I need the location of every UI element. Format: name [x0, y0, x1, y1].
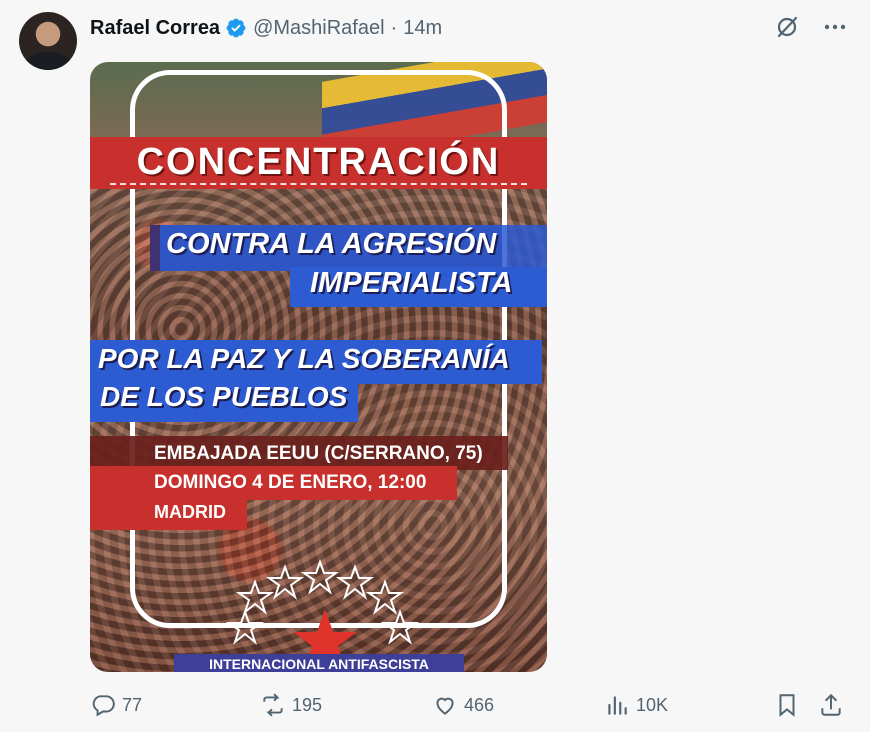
poster-line-1: CONTRA LA AGRESIÓN	[166, 228, 497, 260]
author-name[interactable]: Rafael Correa	[90, 17, 220, 40]
grok-icon[interactable]	[774, 14, 800, 40]
tweet-header: Rafael Correa @MashiRafael · 14m	[90, 14, 442, 42]
reply-icon	[92, 695, 115, 717]
author-handle[interactable]: @MashiRafael	[253, 17, 384, 40]
repost-count: 195	[292, 694, 323, 715]
meta-separator: ·	[390, 16, 398, 39]
like-button[interactable]: 466	[432, 690, 494, 720]
share-button[interactable]	[818, 690, 850, 720]
poster-headline: CONCENTRACIÓN	[136, 141, 501, 183]
poster-city: MADRID	[154, 502, 226, 522]
repost-button[interactable]: 195	[260, 690, 322, 720]
views-icon	[608, 696, 627, 715]
like-count: 466	[464, 694, 495, 715]
repost-icon	[263, 693, 283, 717]
tweet-actions: 77 195 466 10K	[90, 690, 850, 720]
heart-icon	[436, 697, 454, 715]
views-count: 10K	[636, 694, 669, 715]
avatar-shoulders	[25, 52, 71, 70]
more-icon[interactable]	[822, 14, 848, 40]
tweet-media-image[interactable]: CONCENTRACIÓN CONTRA LA AGRESIÓN IMPERIA…	[90, 62, 547, 672]
poster-line-3: POR LA PAZ Y LA SOBERANÍA	[98, 343, 510, 374]
bookmark-icon	[779, 694, 795, 717]
poster-line-4: DE LOS PUEBLOS	[100, 381, 348, 412]
bookmark-button[interactable]	[774, 690, 806, 720]
verified-badge-icon	[225, 17, 247, 39]
poster-footer: INTERNACIONAL ANTIFASCISTA	[174, 654, 464, 672]
views-button[interactable]: 10K	[604, 690, 668, 720]
tweet-time[interactable]: 14m	[403, 17, 442, 40]
avatar[interactable]	[19, 12, 77, 70]
reply-count: 77	[122, 694, 143, 715]
top-right-actions	[774, 14, 848, 40]
share-icon	[821, 693, 841, 716]
stars-emblem	[225, 559, 420, 667]
poster-location: EMBAJADA EEUU (C/SERRANO, 75)	[154, 443, 483, 464]
poster-date: DOMINGO 4 DE ENERO, 12:00	[154, 472, 427, 493]
reply-button[interactable]: 77	[90, 690, 142, 720]
poster-line-2: IMPERIALISTA	[310, 267, 513, 299]
